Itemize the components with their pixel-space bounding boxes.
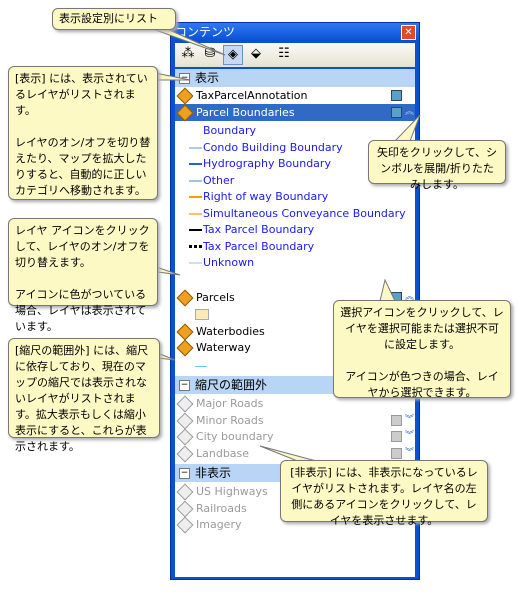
collapse-icon[interactable]: − bbox=[179, 73, 190, 84]
group-label: 非表示 bbox=[195, 466, 232, 480]
collapse-arrow-icon[interactable]: ︽ bbox=[405, 104, 414, 121]
title-bar: コンテンツ ✕ bbox=[171, 23, 419, 41]
legend-item: Boundary bbox=[189, 123, 256, 139]
options-icon[interactable]: ☷ bbox=[275, 45, 293, 63]
callout-select: 選択アイコンをクリックして、レイヤを選択可能または選択不可に設定します。 アイコ… bbox=[333, 300, 511, 399]
legend-label: Hydrography Boundary bbox=[203, 157, 331, 170]
window-title: コンテンツ bbox=[175, 25, 236, 39]
layer-row[interactable]: City boundary ︾ bbox=[175, 428, 415, 446]
legend-swatch bbox=[189, 212, 202, 215]
group-label: 縮尺の範囲外 bbox=[195, 378, 268, 392]
legend-swatch bbox=[189, 146, 202, 149]
list-by-visibility-icon[interactable]: ◈ bbox=[223, 45, 243, 65]
callout-toggle: レイヤ アイコンをクリックして、レイヤのオン/オフを切り替えます。 アイコンに色… bbox=[8, 218, 158, 333]
layer-toggle-icon[interactable] bbox=[176, 483, 194, 501]
legend-label: Condo Building Boundary bbox=[203, 140, 343, 154]
callout-scale: [縮尺の範囲外] には、縮尺に依存しており、現在のマップの縮尺では表示されないレ… bbox=[8, 338, 160, 453]
legend-item: Right of way Boundary bbox=[189, 189, 328, 205]
layer-name: Waterway bbox=[196, 341, 251, 354]
layer-row[interactable]: TaxParcelAnnotation bbox=[175, 87, 415, 105]
layer-toggle-icon[interactable] bbox=[176, 289, 194, 307]
layer-toggle-icon[interactable] bbox=[176, 323, 194, 341]
legend-item: Tax Parcel Boundary bbox=[189, 222, 314, 238]
list-by-drawing-order-icon[interactable]: ⁂ bbox=[179, 45, 197, 63]
legend-label: Other bbox=[203, 173, 235, 187]
collapse-icon[interactable]: − bbox=[179, 380, 190, 391]
selectable-icon[interactable] bbox=[391, 431, 402, 443]
legend-label: Right of way Boundary bbox=[203, 190, 329, 203]
layer-name: Parcel Boundaries bbox=[196, 106, 295, 119]
layer-toggle-icon[interactable] bbox=[176, 445, 194, 463]
layer-name: Landbase bbox=[196, 447, 250, 461]
layer-row[interactable]: Minor Roads ︾ bbox=[175, 412, 415, 430]
legend-label: Boundary bbox=[203, 124, 256, 137]
layer-name: TaxParcelAnnotation bbox=[196, 89, 308, 102]
selectable-icon[interactable] bbox=[391, 90, 402, 101]
layer-toggle-icon[interactable] bbox=[176, 412, 194, 430]
legend-swatch bbox=[189, 262, 202, 264]
callout-list-by-visibility: 表示設定別にリスト bbox=[52, 8, 176, 30]
layer-toggle-icon[interactable] bbox=[176, 516, 194, 534]
layer-name: City boundary bbox=[196, 430, 274, 444]
line-swatch bbox=[195, 366, 207, 367]
legend-swatch bbox=[189, 130, 202, 132]
legend-label: Tax Parcel Boundary bbox=[203, 239, 315, 253]
collapse-icon[interactable]: − bbox=[179, 468, 190, 479]
layer-name: Parcels bbox=[196, 291, 235, 304]
legend-label: Simultaneous Conveyance Boundary bbox=[203, 206, 406, 220]
toolbar: ⁂ ⛁ ◈ ⬙ ☷ bbox=[175, 43, 415, 67]
legend-swatch bbox=[189, 163, 202, 165]
layer-name: Major Roads bbox=[196, 397, 264, 410]
layer-toggle-icon[interactable] bbox=[176, 339, 194, 357]
list-by-selection-icon[interactable]: ⬙ bbox=[247, 45, 265, 63]
legend-item: Condo Building Boundary bbox=[189, 140, 343, 156]
close-button[interactable]: ✕ bbox=[401, 25, 416, 40]
legend-item: Tax Parcel Boundary bbox=[189, 239, 314, 255]
layer-toggle-icon[interactable] bbox=[176, 500, 194, 518]
layer-name: US Highways bbox=[196, 485, 268, 498]
callout-hidden: [非表示] には、非表示になっているレイヤがリストされます。レイヤ名の左側にある… bbox=[280, 460, 488, 527]
layer-name: Minor Roads bbox=[196, 413, 264, 427]
selectable-icon[interactable] bbox=[391, 414, 402, 426]
selectable-icon[interactable] bbox=[391, 107, 402, 118]
legend-swatch bbox=[189, 245, 202, 248]
layer-row[interactable]: Parcel Boundaries ︽ bbox=[175, 104, 415, 122]
legend-label: Unknown bbox=[203, 256, 255, 269]
legend-label: Tax Parcel Boundary bbox=[203, 223, 315, 236]
legend-swatch bbox=[189, 179, 202, 182]
group-visible[interactable]: − 表示 bbox=[175, 69, 415, 87]
callout-expand: 矢印をクリックして、シンボルを展開/折りたたみします。 bbox=[368, 140, 506, 191]
legend-swatch bbox=[189, 229, 202, 231]
callout-visible: [表示] には、表示されているレイヤがリストされます。 レイヤのオン/オフを切り… bbox=[8, 66, 158, 200]
expand-arrow-icon[interactable]: ︾ bbox=[405, 412, 414, 429]
selectable-icon[interactable] bbox=[391, 448, 402, 460]
list-by-source-icon[interactable]: ⛁ bbox=[201, 45, 219, 63]
expand-arrow-icon[interactable]: ︾ bbox=[405, 428, 414, 445]
layer-toggle-icon[interactable] bbox=[176, 104, 194, 122]
layer-toggle-icon[interactable] bbox=[176, 395, 194, 413]
layer-name: Waterbodies bbox=[196, 325, 265, 338]
legend-item: Other bbox=[189, 173, 234, 189]
layer-toggle-icon[interactable] bbox=[176, 428, 194, 446]
legend-item: Hydrography Boundary bbox=[189, 156, 331, 172]
legend-item: Unknown bbox=[189, 255, 254, 271]
fill-swatch bbox=[195, 309, 209, 320]
legend-item: Simultaneous Conveyance Boundary bbox=[189, 206, 406, 222]
layer-name: Railroads bbox=[196, 501, 247, 515]
legend-swatch bbox=[189, 196, 202, 198]
layer-name: Imagery bbox=[196, 518, 242, 532]
group-label: 表示 bbox=[195, 71, 220, 85]
layer-toggle-icon[interactable] bbox=[176, 87, 194, 105]
